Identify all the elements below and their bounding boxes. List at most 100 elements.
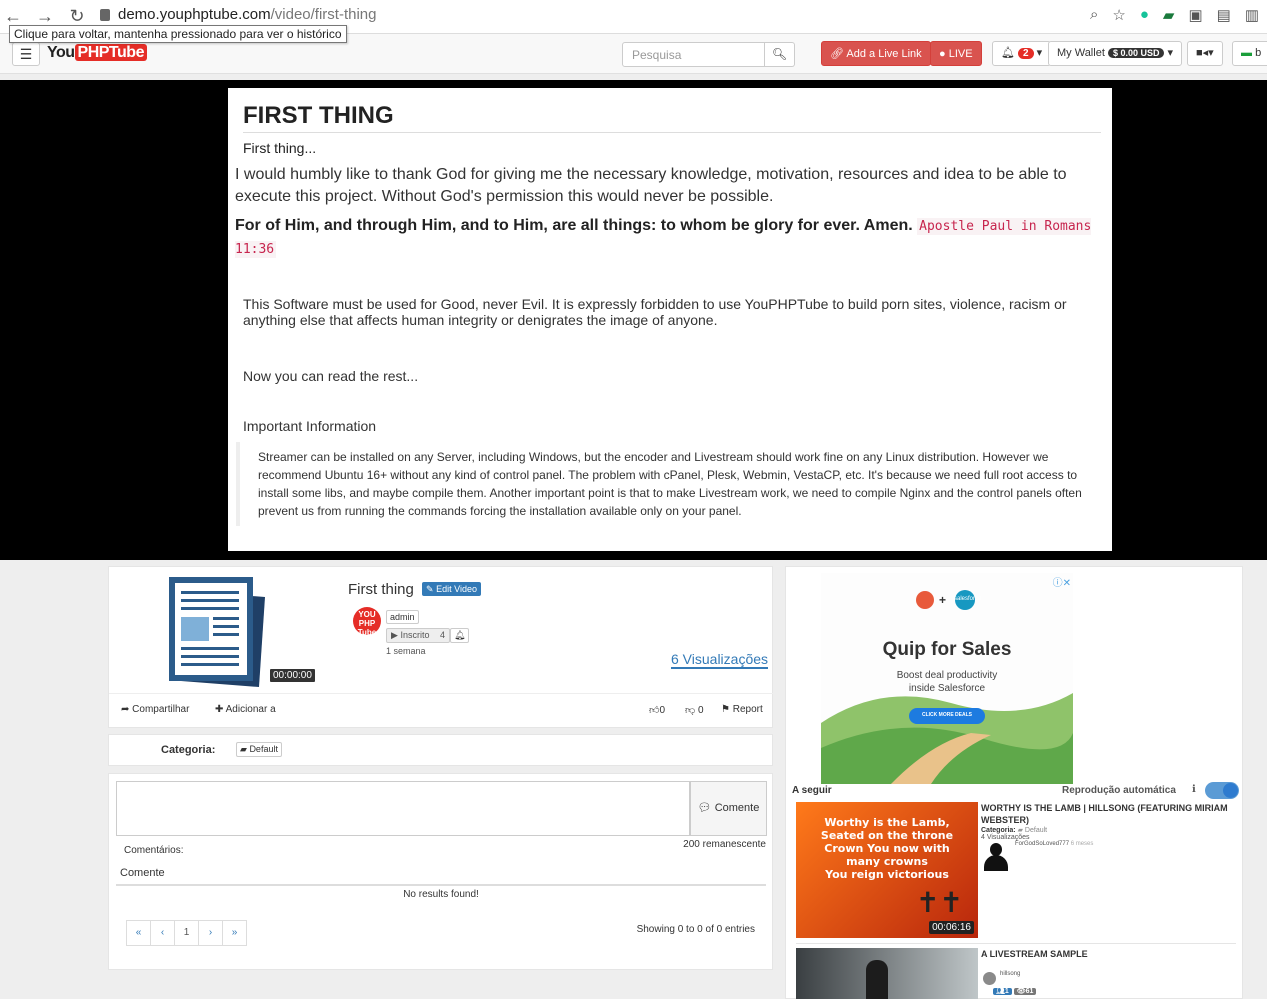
notify-bell-button[interactable]: 🔔︎ [449, 628, 470, 643]
grammarly-icon[interactable]: ● [1140, 6, 1149, 24]
comment-textarea[interactable] [116, 781, 690, 836]
add-live-link-button[interactable]: 🔗︎ Add a Live Link [821, 41, 931, 66]
views-count[interactable]: 6 Visualizações [671, 651, 769, 669]
extension-m-icon[interactable]: ▥ [1245, 6, 1259, 24]
video-info-panel: 00:00:00 First thing ✎ Edit Video YOU PHP… [108, 566, 773, 728]
address-bar[interactable]: demo.youphptube.com/video/first-thing [100, 6, 377, 23]
bell-icon: 🔔︎ [453, 630, 466, 640]
report-button[interactable]: ⚑ Report [721, 704, 763, 715]
related-video-1-avatar[interactable] [984, 843, 1008, 871]
comment-button-label: Comente [714, 802, 760, 814]
record-icon: ● [939, 48, 946, 60]
hamburger-icon: ☰ [19, 46, 33, 62]
advertisement[interactable]: + salesforce Quip for Sales Boost deal p… [821, 573, 1073, 784]
uploader-avatar[interactable]: YOU PHP Tube [353, 607, 381, 637]
users-icon: 👥︎ [996, 988, 1005, 995]
article-quote: Streamer can be installed on any Server,… [236, 442, 1096, 526]
back-icon[interactable]: ← [4, 6, 22, 27]
related-video-2-avatar[interactable] [983, 972, 996, 985]
comments-column-header[interactable]: Comente [120, 867, 165, 879]
related-video-1-duration: 00:06:16 [929, 921, 974, 934]
autoplay-toggle[interactable] [1205, 782, 1239, 799]
upload-video-button[interactable]: ■◂▾ [1187, 41, 1223, 66]
thumb-figure [866, 960, 888, 999]
search-icon: 🔍︎ [771, 47, 788, 61]
related-video-1-title[interactable]: WORTHY IS THE LAMB | HILLSONG (FEATURING… [981, 802, 1236, 826]
site-logo[interactable]: You PHPTube [47, 44, 147, 62]
comment-submit-button[interactable]: 💬︎ Comente [690, 781, 767, 836]
language-button[interactable]: ▬ b [1232, 41, 1267, 66]
edit-video-label: Edit Video [436, 584, 477, 594]
browser-extensions: ⌕ ☆ ● ▰ ▣ ▤ ▥ [1090, 6, 1259, 24]
zoom-icon[interactable]: ⌕ [1090, 6, 1098, 24]
related-video-2-thumbnail[interactable] [796, 948, 978, 999]
url-domain: demo.youphptube.com [118, 6, 271, 23]
entries-info: Showing 0 to 0 of 0 entries [636, 924, 755, 935]
search-input[interactable]: Pesquisa [622, 42, 765, 67]
article-thanks: I would humbly like to thank God for giv… [235, 166, 1067, 205]
thumbs-down-icon: 👎︎ [685, 705, 696, 716]
related-upload-age: 6 meses [1070, 841, 1094, 847]
article-title: FIRST THING [243, 102, 1101, 133]
comments-pagination: « ‹ 1 › » [126, 920, 247, 946]
article-good-use: This Software must be used for Good, nev… [243, 296, 1067, 328]
wallet-button[interactable]: My Wallet $ 0.00 USD ▾ [1048, 41, 1183, 66]
like-count: 0 [659, 705, 666, 716]
video-title-row: First thing ✎ Edit Video [348, 581, 481, 598]
related-video-1-thumbnail[interactable]: Worthy is the Lamb, Seated on the throne… [796, 802, 978, 938]
upload-age: 1 semana [386, 646, 426, 656]
page-next-button[interactable]: › [198, 920, 223, 946]
related-channel-name[interactable]: ForGodSoLoved777 [1015, 841, 1069, 847]
related-video-1-views: 4 Visualizações [981, 834, 1030, 841]
page-1-button[interactable]: 1 [174, 920, 199, 946]
wallet-label: My Wallet [1057, 47, 1105, 59]
caret-down-icon: ▾ [1036, 47, 1043, 59]
video-actions: ➦ Compartilhar ✚ Adicionar a 👍︎0 👎︎ 0 ⚑ … [109, 693, 773, 728]
add-to-button[interactable]: ✚ Adicionar a [215, 704, 276, 715]
subscriber-count: 4 [439, 630, 445, 640]
up-next-label: A seguir [792, 785, 832, 796]
forward-icon[interactable]: → [36, 6, 54, 27]
comments-label: Comentários: [124, 845, 184, 856]
caret-down-icon: ▾ [1167, 47, 1174, 59]
related-category-value[interactable]: Default [1025, 827, 1047, 834]
category-value: Default [249, 744, 278, 754]
category-tag[interactable]: ▰ Default [236, 742, 282, 757]
live-button[interactable]: ● LIVE [930, 41, 982, 66]
related-video-2-channel[interactable]: hillsong [1000, 971, 1020, 977]
browser-nav: ← → ↻ [0, 6, 86, 27]
notifications-button[interactable]: 🔔︎ 2 ▾ [992, 41, 1052, 66]
dislike-button[interactable]: 👎︎ 0 [685, 704, 704, 716]
menu-button[interactable]: ☰ [12, 42, 40, 66]
share-button[interactable]: ➦ Compartilhar [121, 704, 189, 715]
edit-video-button[interactable]: ✎ Edit Video [422, 582, 481, 596]
views-badge: 👁︎61 [1013, 988, 1037, 995]
uploader-name-button[interactable]: admin [386, 610, 419, 624]
link-icon: 🔗︎ [830, 48, 844, 60]
search-button[interactable]: 🔍︎ [765, 42, 795, 67]
page-prev-button[interactable]: ‹ [150, 920, 175, 946]
subscribe-button[interactable]: ▶ Inscrito 4 [386, 628, 450, 643]
add-live-link-label: Add a Live Link [846, 48, 922, 60]
language-label: b [1255, 47, 1262, 59]
views-count-badge: 61 [1025, 988, 1034, 995]
star-icon[interactable]: ☆ [1112, 6, 1125, 24]
article-read-rest: Now you can read the rest... [243, 368, 419, 384]
add-to-label: Adicionar a [225, 704, 276, 715]
extension-io-icon[interactable]: ▣ [1188, 6, 1202, 24]
related-divider [796, 943, 1236, 944]
extension-n-icon[interactable]: ▤ [1217, 6, 1231, 24]
ad-close-icon[interactable]: ⓘ✕ [1053, 574, 1071, 589]
share-label: Compartilhar [132, 704, 190, 715]
related-video-1-channel: ForGodSoLoved777 6 meses [1015, 841, 1093, 847]
page-first-button[interactable]: « [126, 920, 151, 946]
uploader-block: admin ▶ Inscrito 4 🔔︎ 1 semana [386, 607, 470, 656]
lock-icon [100, 8, 110, 21]
reload-icon[interactable]: ↻ [68, 6, 86, 27]
page-last-button[interactable]: » [222, 920, 247, 946]
cast-icon[interactable]: ▰ [1163, 6, 1175, 24]
like-button[interactable]: 👍︎0 [649, 704, 665, 716]
related-video-2-title[interactable]: A LIVESTREAM SAMPLE [981, 948, 1236, 960]
video-duration: 00:00:00 [269, 668, 316, 683]
caret-down-icon: ▾ [1208, 47, 1214, 59]
